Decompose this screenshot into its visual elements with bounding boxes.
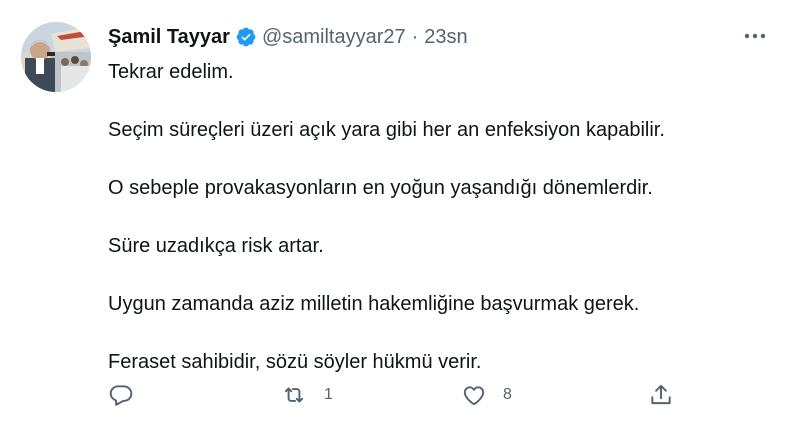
tweet-text-line: O sebeple provakasyonların en yoğun yaşa… <box>108 177 653 199</box>
avatar[interactable] <box>21 22 91 92</box>
tweet-text-line: Feraset sahibidir, sözü söyler hükmü ver… <box>108 351 482 373</box>
retweet-icon <box>284 387 304 403</box>
avatar-image <box>21 22 91 92</box>
like-button[interactable]: 8 <box>461 380 512 410</box>
share-icon <box>651 384 671 405</box>
reply-icon <box>109 385 133 406</box>
like-count: 8 <box>503 386 512 403</box>
more-options-button[interactable] <box>738 24 772 48</box>
author-handle[interactable]: @samiltayyar27 <box>262 25 406 49</box>
retweet-button[interactable]: 1 <box>280 380 333 410</box>
heart-icon <box>463 386 485 406</box>
tweet-text-line: Süre uzadıkça risk artar. <box>108 235 324 257</box>
more-horizontal-icon <box>744 33 766 39</box>
tweet-header: Şamil Tayyar @samiltayyar27 · 23sn <box>108 23 468 51</box>
header-separator: · <box>411 26 419 48</box>
tweet[interactable]: Şamil Tayyar @samiltayyar27 · 23sn Tekra… <box>0 0 801 421</box>
tweet-text-line: Seçim süreçleri üzeri açık yara gibi her… <box>108 119 665 141</box>
author-display-name[interactable]: Şamil Tayyar <box>108 25 230 49</box>
share-button[interactable] <box>648 380 674 410</box>
tweet-text-line: Uygun zamanda aziz milletin hakemliğine … <box>108 293 640 315</box>
tweet-text: Tekrar edelim. Seçim süreçleri üzeri açı… <box>108 58 768 406</box>
verified-badge-icon <box>235 26 257 48</box>
tweet-text-line: Tekrar edelim. <box>108 61 234 83</box>
retweet-count: 1 <box>324 386 333 403</box>
reply-button[interactable] <box>108 380 150 410</box>
tweet-timestamp[interactable]: 23sn <box>424 25 467 49</box>
tweet-actions: 1 8 <box>108 380 688 412</box>
